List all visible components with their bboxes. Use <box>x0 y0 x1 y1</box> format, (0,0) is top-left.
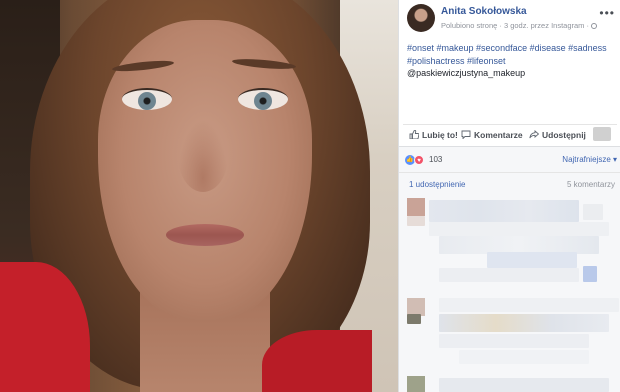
photo-right-eye <box>238 88 288 110</box>
photo-nose <box>178 120 228 192</box>
globe-icon <box>591 23 597 30</box>
comment-label: Komentarze <box>474 130 523 140</box>
post-side-panel: Anita Sokołowska Polubiono stronę · 3 go… <box>398 0 620 392</box>
post-as-selector[interactable] <box>593 127 611 141</box>
post-photo[interactable] <box>0 0 398 392</box>
comment-sort-dropdown[interactable]: Najtrafniejsze ▾ <box>562 155 617 164</box>
more-options-button[interactable]: ••• <box>599 6 615 20</box>
photo-mouth <box>166 224 244 246</box>
comment-body <box>429 200 579 222</box>
comment-avatar <box>407 376 425 392</box>
like-button[interactable]: Lubię to! <box>409 129 458 140</box>
post-caption: #onset #makeup #secondface #disease #sad… <box>407 42 613 80</box>
comments-count: 5 komentarzy <box>566 180 615 189</box>
post-stats: 1 udostępnienie 5 komentarzy <box>399 172 620 194</box>
photo-shirt-right <box>262 330 372 392</box>
like-label: Lubię to! <box>422 130 458 140</box>
caption-mention[interactable]: @paskiewiczjustyna_makeup <box>407 68 525 78</box>
comment-icon <box>461 130 471 140</box>
share-label: Udostępnij <box>542 130 586 140</box>
share-button[interactable]: Udostępnij <box>529 130 586 140</box>
comment-button[interactable]: Komentarze <box>461 130 523 140</box>
shares-count[interactable]: 1 udostępnienie <box>409 180 466 189</box>
caption-hashtags[interactable]: #onset #makeup #secondface #disease #sad… <box>407 43 607 66</box>
author-name[interactable]: Anita Sokołowska <box>441 6 527 17</box>
share-icon <box>529 130 540 139</box>
reaction-count[interactable]: 103 <box>429 155 442 164</box>
comment-body <box>439 314 609 332</box>
photo-left-eye <box>122 88 172 110</box>
comment-avatar <box>407 198 425 216</box>
author-avatar[interactable] <box>407 4 435 32</box>
comments-list-pixelated <box>399 194 620 392</box>
post-meta-text: Polubiono stronę · 3 godz. przez Instagr… <box>441 21 589 30</box>
reactions-bar: 👍 ♥ 103 Najtrafniejsze ▾ <box>399 146 620 172</box>
thumbs-up-icon <box>409 129 420 140</box>
love-reaction-icon[interactable]: ♥ <box>414 155 424 165</box>
post-header: Anita Sokołowska Polubiono stronę · 3 go… <box>407 4 615 34</box>
post-actions: Lubię to! Komentarze Udostępnij <box>403 124 617 144</box>
post-meta: Polubiono stronę · 3 godz. przez Instagr… <box>441 21 597 30</box>
